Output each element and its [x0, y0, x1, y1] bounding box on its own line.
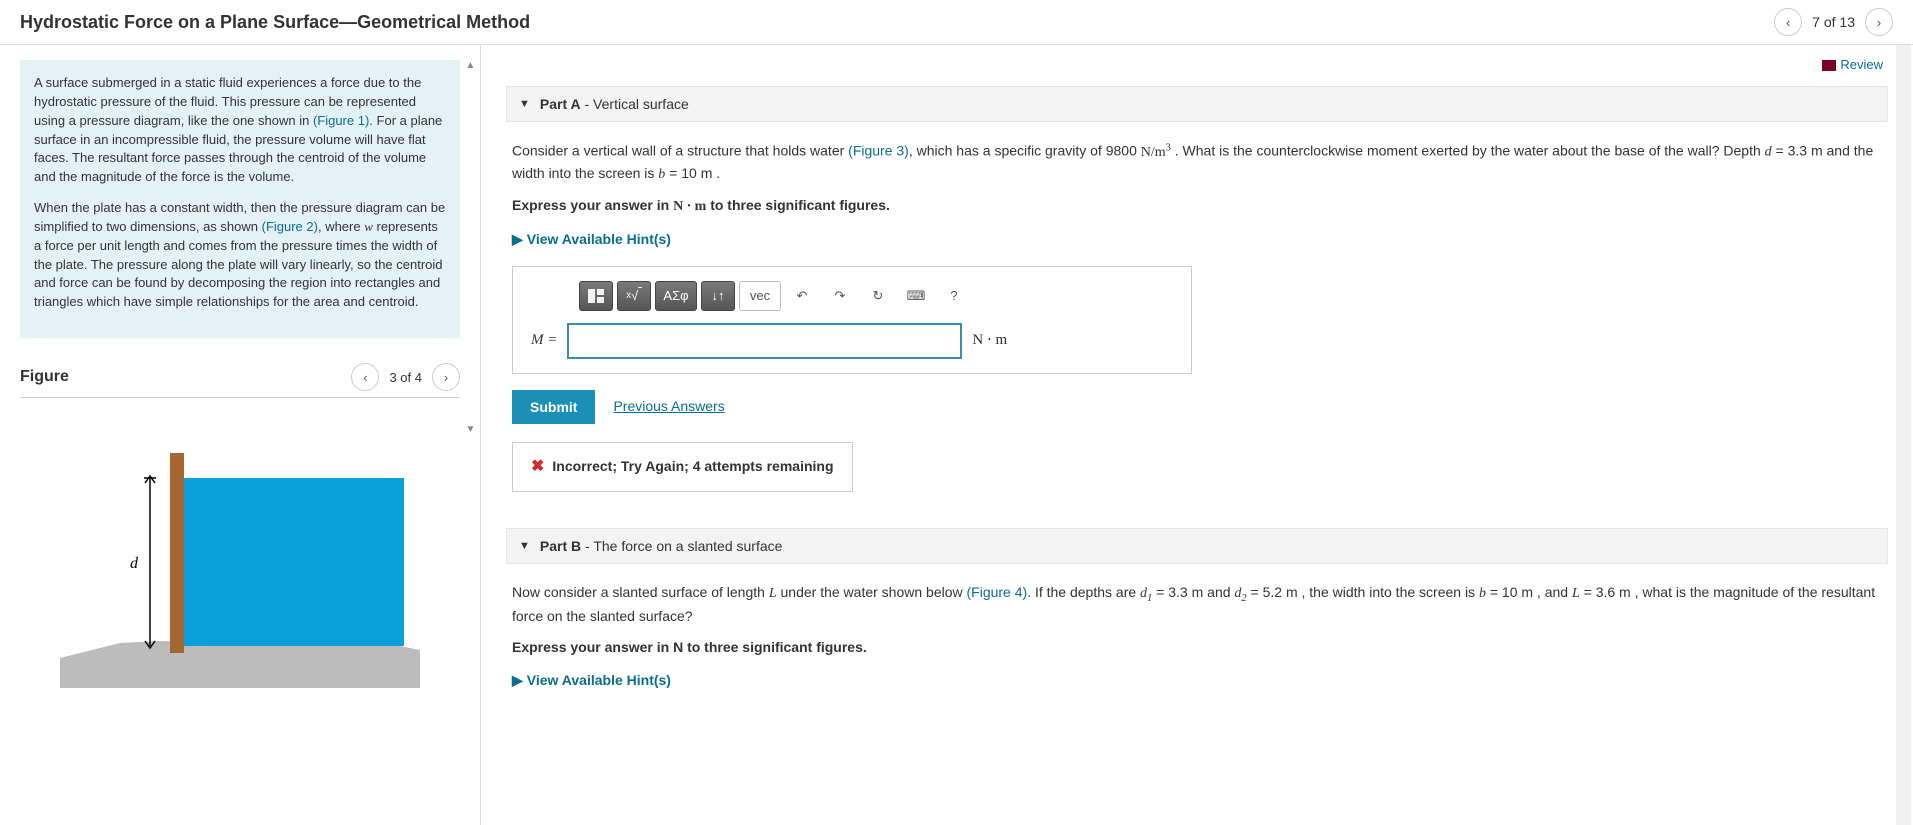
qa-t5: = 10 m .: [665, 165, 720, 181]
part-a-body: Consider a vertical wall of a structure …: [506, 122, 1888, 498]
arrows-button[interactable]: ↓↑: [701, 281, 735, 311]
previous-answers-link[interactable]: Previous Answers: [613, 396, 724, 417]
templates-button[interactable]: [579, 281, 613, 311]
equation-row: M = N ⋅ m: [531, 323, 1173, 359]
greek-button[interactable]: ΑΣφ: [655, 281, 697, 311]
L-var-2: L: [1572, 586, 1580, 601]
keyboard-button[interactable]: ⌨: [899, 281, 933, 311]
qb-t6: = 10 m , and: [1486, 584, 1572, 600]
d-var: d: [1765, 145, 1772, 160]
help-button[interactable]: ?: [937, 281, 971, 311]
exp-unit: N ⋅ m: [673, 199, 706, 214]
intro-text: A surface submerged in a static fluid ex…: [20, 60, 460, 338]
figure-image: d: [60, 428, 420, 688]
part-a-question: Consider a vertical wall of a structure …: [512, 140, 1882, 185]
qa-t2: , which has a specific gravity of 9800: [909, 143, 1141, 159]
page-counter: 7 of 13: [1812, 14, 1855, 30]
svg-text:d: d: [130, 555, 139, 572]
figure-prev-button[interactable]: ‹: [351, 363, 379, 391]
root-button[interactable]: x√: [617, 281, 651, 311]
main-content: ▲ ▼ A surface submerged in a static flui…: [0, 45, 1913, 825]
prev-page-button[interactable]: ‹: [1774, 8, 1802, 36]
submit-row: Submit Previous Answers: [512, 390, 1882, 424]
part-b-hints-toggle[interactable]: ▶View Available Hint(s): [512, 670, 1882, 691]
triangle-right-icon: ▶: [512, 229, 523, 250]
figure3-link[interactable]: (Figure 3): [848, 143, 909, 159]
exp-a: Express your answer in: [512, 197, 673, 213]
page-nav: ‹ 7 of 13 ›: [1774, 8, 1893, 36]
answer-input[interactable]: [567, 323, 962, 359]
right-scrollbar[interactable]: [1896, 45, 1911, 825]
part-b: ▼ Part B - The force on a slanted surfac…: [506, 528, 1888, 710]
feedback-text: Incorrect; Try Again; 4 attempts remaini…: [552, 458, 833, 474]
variable-label: M =: [531, 329, 557, 352]
triangle-right-icon: ▶: [512, 670, 523, 691]
hints-label: View Available Hint(s): [527, 231, 671, 247]
part-b-subtitle: - The force on a slanted surface: [581, 538, 782, 554]
exp-b: to three significant figures.: [706, 197, 890, 213]
qa-t1: Consider a vertical wall of a structure …: [512, 143, 848, 159]
w-var: w: [364, 219, 373, 234]
scroll-down-icon: ▼: [466, 424, 476, 435]
vec-button[interactable]: vec: [739, 281, 781, 311]
figure-counter: 3 of 4: [389, 370, 422, 385]
figure-header: Figure ‹ 3 of 4 ›: [20, 363, 460, 398]
part-a-express: Express your answer in N ⋅ m to three si…: [512, 195, 1882, 217]
left-scrollbar[interactable]: ▲ ▼: [463, 60, 478, 435]
left-panel: ▲ ▼ A surface submerged in a static flui…: [0, 45, 480, 825]
b-var-2: b: [1479, 586, 1486, 601]
x-icon: ✖: [531, 458, 544, 475]
caret-down-icon: ▼: [519, 540, 530, 552]
figure4-link[interactable]: (Figure 4): [967, 584, 1028, 600]
part-a-subtitle: - Vertical surface: [581, 96, 689, 112]
undo-button[interactable]: ↶: [785, 281, 819, 311]
qb-t5: = 5.2 m , the width into the screen is: [1247, 584, 1479, 600]
part-b-question: Now consider a slanted surface of length…: [512, 582, 1882, 628]
qb-t4: = 3.3 m and: [1152, 584, 1234, 600]
part-b-body: Now consider a slanted surface of length…: [506, 564, 1888, 710]
submit-button[interactable]: Submit: [512, 390, 595, 424]
part-a-header[interactable]: ▼ Part A - Vertical surface: [506, 86, 1888, 122]
equation-editor: x√ ΑΣφ ↓↑ vec ↶ ↷ ↻ ⌨ ? M = N ⋅ m: [512, 266, 1192, 374]
part-a: ▼ Part A - Vertical surface Consider a v…: [506, 86, 1888, 498]
figure-next-button[interactable]: ›: [432, 363, 460, 391]
intro-p2b: , where: [318, 219, 364, 234]
reset-button[interactable]: ↻: [861, 281, 895, 311]
d2-var: d2: [1234, 586, 1246, 601]
part-a-hints-toggle[interactable]: ▶View Available Hint(s): [512, 229, 1882, 250]
header: Hydrostatic Force on a Plane Surface—Geo…: [0, 0, 1913, 45]
caret-down-icon: ▼: [519, 98, 530, 110]
qb-t1: Now consider a slanted surface of length: [512, 584, 769, 600]
unit-label: N ⋅ m: [972, 329, 1007, 352]
page-title: Hydrostatic Force on a Plane Surface—Geo…: [20, 12, 530, 33]
redo-button[interactable]: ↷: [823, 281, 857, 311]
review-link[interactable]: Review: [481, 45, 1913, 78]
feedback-box: ✖ Incorrect; Try Again; 4 attempts remain…: [512, 442, 853, 492]
qb-t3: . If the depths are: [1027, 584, 1140, 600]
qb-t2: under the water shown below: [777, 584, 967, 600]
part-b-header[interactable]: ▼ Part B - The force on a slanted surfac…: [506, 528, 1888, 564]
L-var: L: [769, 586, 777, 601]
part-b-express: Express your answer in N to three signif…: [512, 637, 1882, 658]
figure-heading: Figure: [20, 368, 69, 386]
book-icon: [1822, 60, 1836, 71]
figure1-link[interactable]: (Figure 1): [313, 113, 369, 128]
d1-var: d1: [1140, 586, 1152, 601]
figure-nav: ‹ 3 of 4 ›: [351, 363, 460, 391]
next-page-button[interactable]: ›: [1865, 8, 1893, 36]
review-label: Review: [1840, 57, 1883, 72]
qa-unit: N/m3: [1141, 145, 1171, 160]
editor-toolbar: x√ ΑΣφ ↓↑ vec ↶ ↷ ↻ ⌨ ?: [579, 281, 1173, 311]
figure2-link[interactable]: (Figure 2): [262, 219, 318, 234]
part-b-label: Part B: [540, 538, 581, 554]
qa-t3: . What is the counterclockwise moment ex…: [1171, 143, 1765, 159]
part-a-label: Part A: [540, 96, 581, 112]
scroll-up-icon: ▲: [466, 60, 476, 71]
right-panel: Review ▼ Part A - Vertical surface Consi…: [480, 45, 1913, 825]
hints-label-b: View Available Hint(s): [527, 672, 671, 688]
